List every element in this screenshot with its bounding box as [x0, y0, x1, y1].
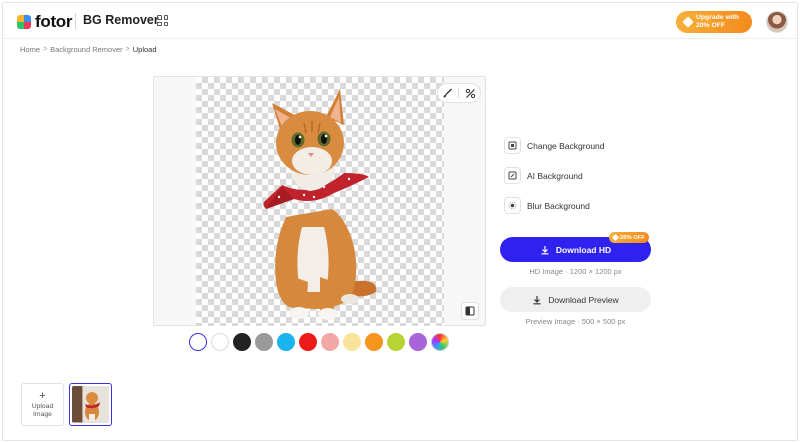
- download-icon: [541, 245, 549, 254]
- grid-apps-icon[interactable]: [157, 15, 168, 26]
- top-header: fotor BG Remover Upgrade with 20% OFF: [3, 3, 797, 39]
- upgrade-label: Upgrade with: [696, 14, 740, 21]
- download-preview-label: Download Preview: [548, 294, 619, 305]
- chevron-right-icon: >: [43, 46, 48, 53]
- diamond-icon: [682, 16, 694, 28]
- product-name: BG Remover: [83, 13, 159, 27]
- swatch-red[interactable]: [299, 333, 317, 351]
- upgrade-discount: 20% OFF: [696, 22, 726, 29]
- swatch-white[interactable]: [211, 333, 229, 351]
- change-background-label: Change Background: [527, 140, 605, 151]
- change-background-icon: [504, 137, 521, 154]
- breadcrumb-home[interactable]: Home: [20, 45, 40, 54]
- breadcrumb: Home > Background Remover > Upload: [20, 45, 157, 54]
- breadcrumb-current: Upload: [132, 45, 157, 54]
- upgrade-button[interactable]: Upgrade with 20% OFF: [676, 11, 752, 33]
- swatch-lime[interactable]: [387, 333, 405, 351]
- compare-icon[interactable]: [461, 302, 479, 320]
- download-preview-button[interactable]: Download Preview: [500, 287, 651, 312]
- swatch-gray[interactable]: [255, 333, 273, 351]
- plus-icon: +: [39, 389, 46, 402]
- header-divider: [75, 13, 76, 29]
- fotor-logo[interactable]: fotor: [17, 12, 73, 32]
- hd-image-info: HD Image · 1200 × 1200 px: [529, 267, 622, 276]
- cat-cutout-image: [263, 89, 377, 320]
- swatch-black[interactable]: [233, 333, 251, 351]
- blur-background-label: Blur Background: [527, 200, 590, 211]
- erase-restore-icon[interactable]: [464, 86, 478, 100]
- swatch-transparent[interactable]: [189, 333, 207, 351]
- change-background-option[interactable]: Change Background: [504, 137, 605, 154]
- chevron-right-icon: >: [125, 46, 130, 53]
- diamond-icon: [611, 233, 620, 242]
- ai-background-label: AI Background: [527, 170, 583, 181]
- image-thumbnail[interactable]: [69, 383, 112, 426]
- swatch-orange[interactable]: [365, 333, 383, 351]
- preview-image-info: Preview Image · 500 × 500 px: [525, 317, 626, 326]
- swatch-pink[interactable]: [321, 333, 339, 351]
- logo-text: fotor: [35, 12, 73, 31]
- swatch-purple[interactable]: [409, 333, 427, 351]
- ai-background-option[interactable]: AI Background: [504, 167, 583, 184]
- swatch-yellow[interactable]: [343, 333, 361, 351]
- breadcrumb-background-remover[interactable]: Background Remover: [50, 45, 123, 54]
- swatch-custom-color[interactable]: [431, 333, 449, 351]
- download-icon: [533, 295, 541, 304]
- ai-background-icon: [504, 167, 521, 184]
- background-color-swatches: [189, 333, 449, 351]
- upload-label-2: Image: [33, 410, 52, 418]
- swatch-blue[interactable]: [277, 333, 295, 351]
- upload-label-1: Upload: [31, 402, 54, 410]
- fotor-logo-icon: [17, 15, 31, 29]
- discount-badge: 20% OFF: [609, 232, 649, 243]
- blur-background-icon: [504, 197, 521, 214]
- image-canvas[interactable]: [153, 76, 486, 326]
- blur-background-option[interactable]: Blur Background: [504, 197, 590, 214]
- app-window: fotor BG Remover Upgrade with 20% OFF Ho…: [2, 2, 798, 441]
- edit-tools: [437, 83, 481, 103]
- brush-icon[interactable]: [440, 86, 454, 100]
- avatar[interactable]: [766, 11, 788, 33]
- upload-image-button[interactable]: + Upload Image: [21, 383, 64, 426]
- download-hd-label: Download HD: [555, 244, 612, 255]
